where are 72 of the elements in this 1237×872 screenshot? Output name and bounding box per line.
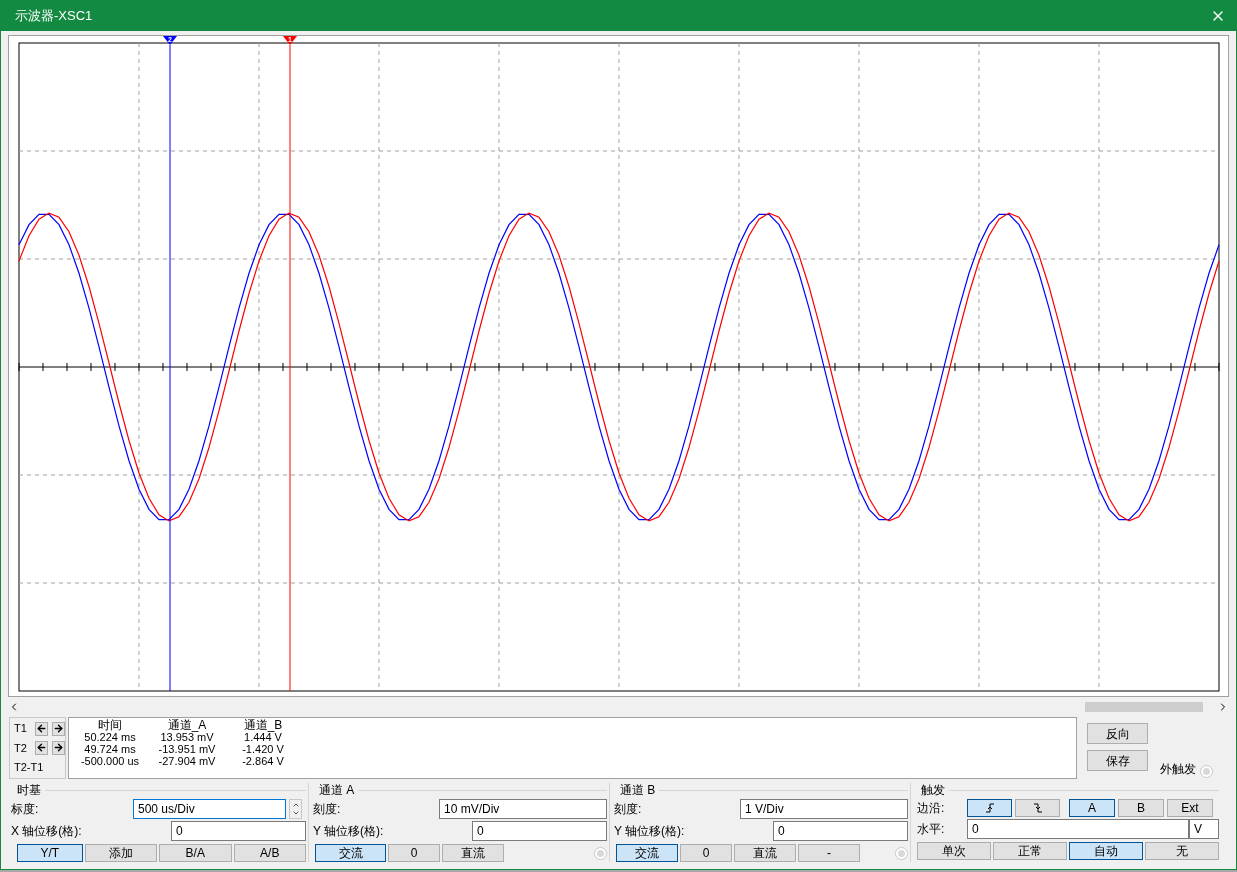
offset-field[interactable]: 0: [472, 821, 607, 841]
mode-button[interactable]: A: [1069, 799, 1115, 817]
cursor-left-button[interactable]: [35, 741, 48, 755]
mode-button[interactable]: 自动: [1069, 842, 1143, 860]
mode-button[interactable]: Ext: [1167, 799, 1213, 817]
mode-button[interactable]: Y/T: [17, 844, 83, 862]
scale-field[interactable]: 10 mV/Div: [439, 799, 607, 819]
field-label: 边沿:: [917, 800, 946, 817]
readout-cell-text: 50.224 ms: [83, 731, 137, 743]
mode-button[interactable]: 直流: [734, 844, 796, 862]
mode-button[interactable]: [1015, 799, 1060, 817]
group-title: 通道 B: [619, 784, 656, 796]
cursor-label: T2-T1: [14, 760, 44, 776]
side-button[interactable]: 反向: [1087, 723, 1148, 744]
readout-cell-text: 49.724 ms: [83, 743, 137, 755]
mode-button[interactable]: 无: [1145, 842, 1219, 860]
cursor-handle[interactable]: [163, 36, 177, 45]
mode-button[interactable]: A/B: [233, 844, 306, 862]
mode-button[interactable]: 直流: [442, 844, 504, 862]
mode-button[interactable]: [967, 799, 1012, 817]
mode-button[interactable]: 正常: [993, 842, 1067, 860]
mode-button[interactable]: 0: [388, 844, 440, 862]
spin-buttons[interactable]: [289, 799, 302, 819]
column-header: 通道_B: [242, 719, 284, 731]
scale-field[interactable]: 1 V/Div: [740, 799, 908, 819]
readout-cell-text: 1.444 V: [243, 731, 283, 743]
radio-button[interactable]: [895, 846, 908, 860]
field-label: X 轴位移(格):: [11, 823, 82, 840]
mode-button[interactable]: 单次: [917, 842, 991, 860]
field-label: Y 轴位移(格):: [614, 823, 685, 840]
field-label: Y 轴位移(格):: [313, 823, 384, 840]
group-title: 时基: [16, 784, 41, 796]
cursor-label: T2: [14, 740, 28, 756]
readout-cell-text: -13.951 mV: [157, 743, 217, 755]
offset-field[interactable]: 0: [171, 821, 306, 841]
field-label: 水平:: [917, 821, 946, 838]
side-button[interactable]: 保存: [1087, 750, 1148, 771]
cursor-label: T1: [14, 721, 28, 737]
rising-edge-icon: [984, 803, 995, 813]
radio-button[interactable]: [1200, 765, 1213, 778]
readout-cell-text: -1.420 V: [241, 743, 285, 755]
level-field[interactable]: 0: [967, 819, 1189, 839]
readout-cell-text: -500.000 us: [79, 755, 141, 767]
column-header: 通道_A: [166, 719, 208, 731]
cursor-handle[interactable]: [283, 36, 297, 45]
mode-button[interactable]: 交流: [616, 844, 678, 862]
cursor-right-button[interactable]: [52, 721, 65, 736]
readout-cell-text: -27.904 mV: [157, 755, 217, 767]
mode-button[interactable]: 添加: [84, 844, 157, 862]
scale-field[interactable]: 500 us/Div: [133, 799, 286, 819]
group-title: 通道 A: [318, 784, 355, 796]
field-label: 刻度:: [313, 801, 341, 818]
falling-edge-icon: [1032, 803, 1043, 813]
unit-label: V: [1189, 819, 1219, 839]
readout-cell-text: -2.864 V: [241, 755, 285, 767]
mode-button[interactable]: B: [1118, 799, 1164, 817]
column-header: 时间: [97, 719, 123, 731]
field-label: 刻度:: [614, 801, 642, 818]
cursor-left-button[interactable]: [35, 721, 48, 736]
mode-button[interactable]: 交流: [315, 844, 386, 862]
group-title: 触发: [920, 784, 945, 796]
field-label: 标度:: [11, 801, 40, 818]
radio-button[interactable]: [594, 846, 607, 860]
scroll-thumb[interactable]: [1085, 702, 1203, 712]
readout-cell-text: 13.953 mV: [159, 731, 215, 743]
window-title: 示波器-XSC1: [15, 7, 93, 26]
ext-trigger-label: 外触发: [1160, 761, 1196, 778]
mode-button[interactable]: 0: [680, 844, 732, 862]
cursor-right-button[interactable]: [52, 741, 65, 755]
offset-field[interactable]: 0: [773, 821, 908, 841]
mode-button[interactable]: B/A: [159, 844, 232, 862]
mode-button[interactable]: -: [798, 844, 860, 862]
